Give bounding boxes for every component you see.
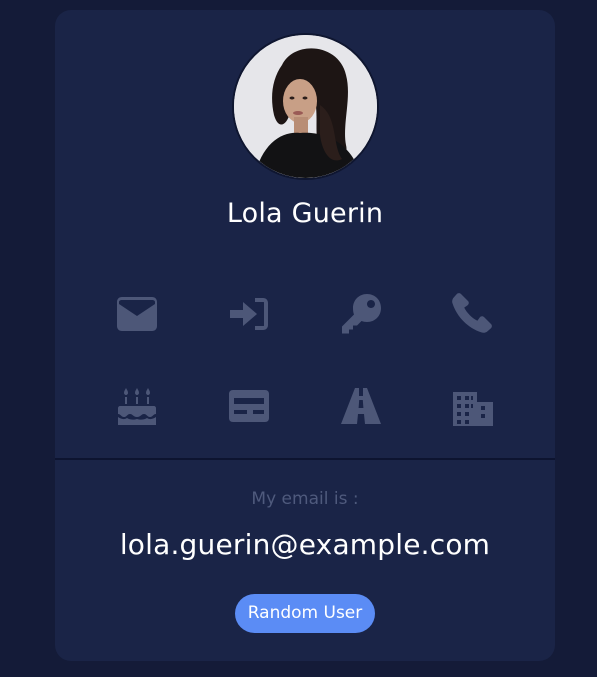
avatar	[232, 33, 379, 180]
random-user-button[interactable]: Random User	[235, 594, 375, 633]
id-card-icon[interactable]	[227, 384, 271, 428]
key-icon[interactable]	[339, 292, 383, 336]
user-name: Lola Guerin	[226, 198, 384, 229]
sign-in-icon[interactable]	[227, 292, 271, 336]
birthday-cake-icon[interactable]	[115, 384, 159, 428]
info-label: My email is :	[251, 489, 359, 509]
user-card: Lola Guerin My email is : lola.guerin@ex…	[55, 10, 555, 661]
divider	[55, 458, 555, 460]
road-icon[interactable]	[339, 384, 383, 428]
envelope-icon[interactable]	[115, 292, 159, 336]
info-value: lola.guerin@example.com	[119, 528, 491, 561]
building-icon[interactable]	[451, 384, 495, 428]
phone-icon[interactable]	[451, 292, 495, 336]
